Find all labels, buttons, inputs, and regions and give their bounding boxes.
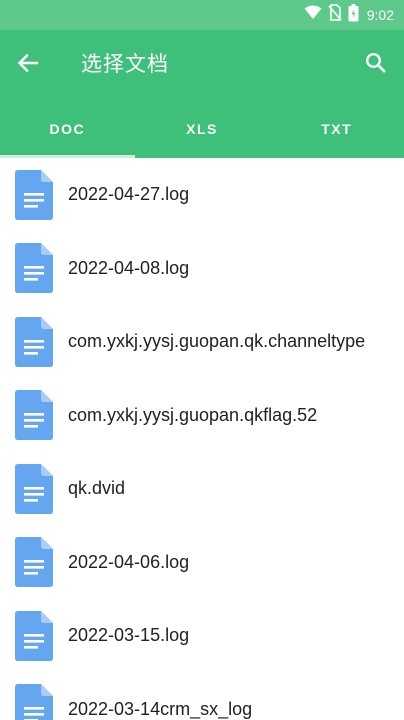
document-icon (15, 610, 53, 661)
status-time: 9:02 (366, 7, 394, 23)
file-list-item[interactable]: 2022-03-15.log (0, 599, 404, 673)
file-name: 2022-04-08.log (68, 257, 190, 278)
file-list-item[interactable]: qk.dvid (0, 452, 404, 526)
search-icon (365, 52, 387, 79)
page-title: 选择文档 (81, 53, 169, 76)
tab-bar: DOC XLS TXT (0, 100, 404, 158)
search-button[interactable] (362, 51, 390, 79)
file-name: com.yxkj.yysj.guopan.qk.channeltype (68, 331, 366, 352)
file-name: 2022-03-15.log (68, 625, 190, 646)
document-icon (15, 169, 53, 220)
document-icon (15, 316, 53, 367)
status-bar: 9:02 (0, 0, 404, 30)
tab-txt[interactable]: TXT (269, 100, 404, 158)
no-sim-icon (328, 4, 342, 26)
document-icon (15, 390, 53, 441)
file-name: 2022-04-27.log (68, 184, 190, 205)
file-list-item[interactable]: 2022-04-27.log (0, 158, 404, 232)
file-list: 2022-04-27.log 2022-04-08.log com.yxkj.yys… (0, 158, 404, 720)
status-icons: 9:02 (304, 0, 394, 30)
document-icon (15, 243, 53, 294)
arrow-left-icon (17, 52, 39, 79)
wifi-icon (304, 5, 322, 25)
document-icon (15, 684, 53, 720)
file-name: 2022-04-06.log (68, 551, 190, 572)
document-icon (15, 537, 53, 588)
toolbar: 选择文档 (0, 30, 404, 100)
document-icon (15, 463, 53, 514)
file-name: qk.dvid (68, 478, 126, 499)
file-list-item[interactable]: com.yxkj.yysj.guopan.qkflag.52 (0, 379, 404, 453)
file-list-item[interactable]: 2022-04-06.log (0, 526, 404, 600)
back-button[interactable] (14, 51, 42, 79)
file-name: 2022-03-14crm_sx_log (68, 698, 253, 719)
file-list-item[interactable]: 2022-03-14crm_sx_log (0, 673, 404, 720)
battery-icon (348, 3, 359, 27)
tab-doc[interactable]: DOC (0, 100, 135, 158)
file-list-item[interactable]: com.yxkj.yysj.guopan.qk.channeltype (0, 305, 404, 379)
tab-xls[interactable]: XLS (135, 100, 270, 158)
file-name: com.yxkj.yysj.guopan.qkflag.52 (68, 404, 318, 425)
file-list-item[interactable]: 2022-04-08.log (0, 232, 404, 306)
